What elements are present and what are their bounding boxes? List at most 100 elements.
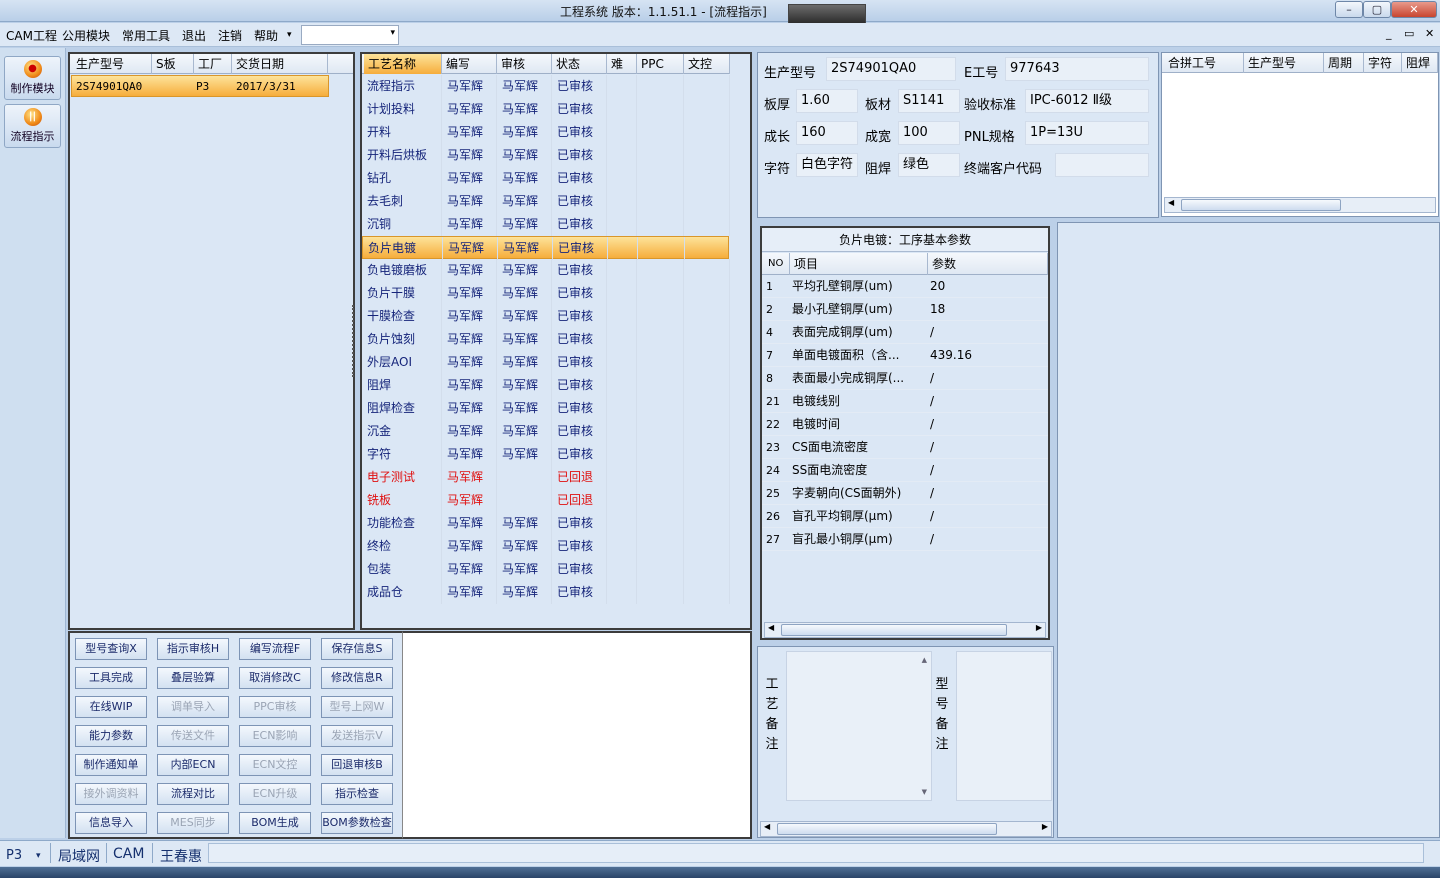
table-row[interactable]: 包装 马军辉 马军辉 已审核 (362, 558, 732, 581)
customer-field[interactable] (1055, 153, 1149, 177)
table-row[interactable]: 铣板 马军辉 已回退 (362, 489, 732, 512)
scroll-thumb[interactable] (781, 624, 1007, 636)
splitter-handle[interactable] (352, 305, 358, 377)
table-row[interactable]: 负片电镀 马军辉 马军辉 已审核 (362, 236, 731, 260)
col-difficulty[interactable]: 难 (607, 54, 637, 74)
action-button[interactable]: 叠层验算 (157, 667, 229, 689)
action-button[interactable]: ECN文控 (239, 754, 311, 776)
action-button[interactable]: 指示审核H (157, 638, 229, 660)
mask-field[interactable]: 绿色 (898, 153, 960, 177)
table-row[interactable]: 负片干膜 马军辉 马军辉 已审核 (362, 282, 732, 305)
scroll-down-icon[interactable]: ▼ (922, 788, 927, 796)
param-row[interactable]: 2 最小孔壁铜厚(um) 18 (762, 298, 1048, 321)
mdi-minimize-icon[interactable]: _ (1386, 27, 1392, 40)
action-button[interactable]: 能力参数 (75, 725, 147, 747)
model-remark-field[interactable] (956, 651, 1052, 801)
col-item[interactable]: 项目 (790, 253, 928, 275)
chevron-down-icon[interactable]: ▾ (36, 851, 41, 861)
table-row[interactable]: 成品仓 马军辉 马军辉 已审核 (362, 581, 732, 604)
param-row[interactable]: 22 电镀时间 / (762, 413, 1048, 436)
maximize-button[interactable]: ▢ (1363, 1, 1391, 18)
sidebar-item-process-guide[interactable]: || 流程指示 (4, 104, 61, 148)
table-row[interactable]: 沉铜 马军辉 马军辉 已审核 (362, 213, 732, 236)
action-button[interactable]: MES同步 (157, 812, 229, 834)
scroll-left-icon[interactable]: ◀ (764, 822, 770, 831)
table-row[interactable]: 干膜检查 马军辉 马军辉 已审核 (362, 305, 732, 328)
table-row[interactable]: 流程指示 马军辉 马军辉 已审核 (362, 75, 732, 98)
param-row[interactable]: 23 CS面电流密度 / (762, 436, 1048, 459)
col-factory[interactable]: 工厂 (194, 54, 232, 74)
action-button[interactable]: 接外调资料 (75, 783, 147, 805)
action-button[interactable]: 取消修改C (239, 667, 311, 689)
action-button[interactable]: 工具完成 (75, 667, 147, 689)
table-row[interactable]: 钻孔 马军辉 马军辉 已审核 (362, 167, 732, 190)
menu-help[interactable]: 帮助 (254, 27, 278, 44)
action-button[interactable]: ECN影响 (239, 725, 311, 747)
action-button[interactable]: 发送指示V (321, 725, 393, 747)
action-button[interactable]: 传送文件 (157, 725, 229, 747)
param-row[interactable]: 26 盲孔平均铜厚(μm) / (762, 505, 1048, 528)
scroll-left-icon[interactable]: ◀ (1168, 198, 1174, 207)
col-merge-model[interactable]: 生产型号 (1244, 53, 1324, 73)
action-button[interactable]: 回退审核B (321, 754, 393, 776)
action-button[interactable]: BOM参数检查 (321, 812, 393, 834)
action-button[interactable]: 指示检查 (321, 783, 393, 805)
menu-logout[interactable]: 注销 (218, 27, 242, 44)
table-row[interactable]: 负电镀磨板 马军辉 马军辉 已审核 (362, 259, 732, 282)
table-row[interactable]: 开料后烘板 马军辉 马军辉 已审核 (362, 144, 732, 167)
param-scrollbar[interactable]: ◀ ▶ (764, 622, 1046, 638)
action-button[interactable]: 编写流程F (239, 638, 311, 660)
sidebar-item-make-module[interactable]: ● 制作模块 (4, 56, 61, 100)
param-row[interactable]: 27 盲孔最小铜厚(μm) / (762, 528, 1048, 551)
minimize-button[interactable]: – (1335, 1, 1363, 18)
col-process-name[interactable]: 工艺名称 (364, 54, 442, 74)
action-button[interactable]: 调单导入 (157, 696, 229, 718)
param-row[interactable]: 24 SS面电流密度 / (762, 459, 1048, 482)
scroll-right-icon[interactable]: ▶ (1042, 822, 1048, 831)
menu-common-tools[interactable]: 常用工具 (122, 27, 170, 44)
action-button[interactable]: PPC审核 (239, 696, 311, 718)
col-merge-mask[interactable]: 阻焊 (1402, 53, 1438, 73)
col-no[interactable]: NO (764, 253, 790, 275)
col-model[interactable]: 生产型号 (72, 54, 152, 74)
help-dropdown-icon[interactable]: ▾ (287, 30, 292, 40)
thickness-field[interactable]: 1.60 (796, 89, 858, 113)
table-row[interactable]: 沉金 马军辉 马军辉 已审核 (362, 420, 732, 443)
param-row[interactable]: 8 表面最小完成铜厚(... / (762, 367, 1048, 390)
table-row[interactable]: 终检 马军辉 马军辉 已审核 (362, 535, 732, 558)
length-field[interactable]: 160 (796, 121, 858, 145)
param-row[interactable]: 25 字麦朝向(CS面朝外) / (762, 482, 1048, 505)
table-row[interactable]: 阻焊检查 马军辉 马军辉 已审核 (362, 397, 732, 420)
action-button[interactable]: 流程对比 (157, 783, 229, 805)
process-remark-field[interactable]: ▲ ▼ (786, 651, 932, 801)
table-row[interactable]: 负片蚀刻 马军辉 马军辉 已审核 (362, 328, 732, 351)
action-button[interactable]: BOM生成 (239, 812, 311, 834)
param-row[interactable]: 21 电镀线别 / (762, 390, 1048, 413)
scroll-thumb[interactable] (777, 823, 997, 835)
col-value[interactable]: 参数 (928, 253, 1048, 275)
param-row[interactable]: 7 单面电镀面积（含... 439.16 (762, 344, 1048, 367)
action-button[interactable]: 在线WIP (75, 696, 147, 718)
table-row[interactable]: 功能检查 马军辉 马军辉 已审核 (362, 512, 732, 535)
action-button[interactable]: 型号查询X (75, 638, 147, 660)
param-row[interactable]: 4 表面完成铜厚(um) / (762, 321, 1048, 344)
action-button[interactable]: 信息导入 (75, 812, 147, 834)
col-ppc[interactable]: PPC (637, 54, 684, 74)
col-merge-char[interactable]: 字符 (1364, 53, 1402, 73)
action-button[interactable]: 制作通知单 (75, 754, 147, 776)
action-button[interactable]: 修改信息R (321, 667, 393, 689)
scroll-left-icon[interactable]: ◀ (768, 623, 774, 632)
menu-exit[interactable]: 退出 (182, 27, 206, 44)
table-row[interactable]: 开料 马军辉 马军辉 已审核 (362, 121, 732, 144)
production-model-field[interactable]: 2S74901QA0 (826, 57, 956, 81)
char-field[interactable]: 白色字符 (796, 153, 858, 177)
action-button[interactable]: 型号上网W (321, 696, 393, 718)
close-button[interactable]: ✕ (1391, 1, 1437, 18)
menu-common-module[interactable]: 公用模块 (62, 27, 110, 44)
table-row[interactable]: 计划投料 马军辉 马军辉 已审核 (362, 98, 732, 121)
table-row[interactable]: 电子测试 马军辉 已回退 (362, 466, 732, 489)
factory-selector[interactable]: P3 (6, 848, 22, 863)
scroll-up-icon[interactable]: ▲ (922, 656, 927, 664)
e-work-field[interactable]: 977643 (1005, 57, 1149, 81)
table-row[interactable]: 去毛刺 马军辉 马军辉 已审核 (362, 190, 732, 213)
